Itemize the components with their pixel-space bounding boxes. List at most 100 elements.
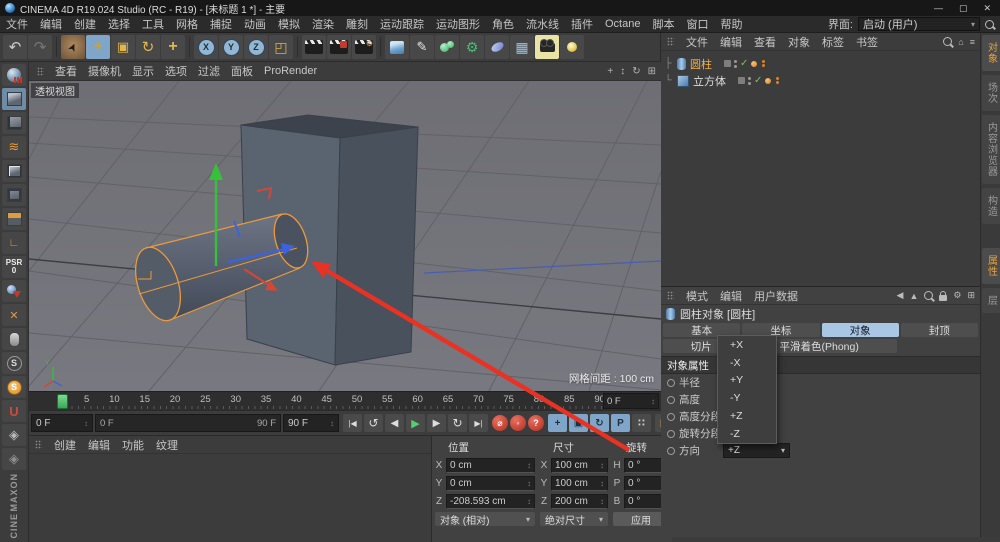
keyframe-circle-icon[interactable] — [667, 396, 675, 404]
search-icon[interactable] — [943, 37, 952, 46]
menu-motion-tracker[interactable]: 运动跟踪 — [380, 16, 424, 32]
go-to-end-button[interactable]: ▶| — [469, 414, 488, 432]
panel-grip-icon[interactable] — [667, 291, 674, 300]
panel-grip-icon[interactable] — [667, 37, 674, 46]
workplane-button[interactable]: ◈ — [2, 424, 26, 446]
option-plus-x[interactable]: +X — [718, 336, 776, 354]
tab-caps[interactable]: 封顶 — [901, 323, 978, 337]
option-plus-y[interactable]: +Y — [718, 372, 776, 390]
menu-sculpt[interactable]: 雕刻 — [346, 16, 368, 32]
om-menu-tags[interactable]: 标签 — [822, 34, 844, 50]
search-icon[interactable] — [924, 291, 933, 300]
menu-simulate[interactable]: 模拟 — [278, 16, 300, 32]
texture-mode-button[interactable] — [2, 112, 26, 134]
om-menu-view[interactable]: 查看 — [754, 34, 776, 50]
new-panel-icon[interactable]: ⊞ — [967, 290, 975, 301]
perspective-viewport[interactable]: 透视视图 — [29, 81, 661, 391]
option-minus-z[interactable]: -Z — [718, 425, 776, 443]
object-name[interactable]: 立方体 — [693, 73, 726, 89]
size-y-field[interactable]: 100 cm — [551, 476, 608, 491]
lock-icon[interactable] — [939, 295, 947, 301]
key-parameter-toggle[interactable]: P — [611, 414, 630, 432]
previous-frame-button[interactable]: ◀ — [385, 414, 404, 432]
snap-settings-button[interactable]: S — [2, 352, 26, 374]
current-frame-field[interactable]: 0 F↕ — [31, 414, 93, 432]
primitive-cube-button[interactable] — [385, 35, 409, 59]
render-settings-button[interactable]: ⚙ — [352, 35, 376, 59]
viewport-rotate-icon[interactable]: ↻ — [632, 66, 640, 77]
timeline-frame-field[interactable]: 0 F↕ — [603, 393, 659, 409]
camera-button[interactable] — [535, 35, 559, 59]
phong-tag-icon[interactable] — [751, 61, 757, 67]
size-z-field[interactable]: 200 cm — [551, 494, 608, 509]
viewport-zoom-icon[interactable]: ↕ — [620, 66, 625, 77]
minimize-button[interactable]: — — [934, 3, 943, 14]
panel-grip-icon[interactable] — [35, 440, 42, 449]
menu-pipeline[interactable]: 流水线 — [526, 16, 559, 32]
mat-menu-texture[interactable]: 纹理 — [156, 437, 178, 453]
lock-workplane-button[interactable]: ◈ — [2, 448, 26, 470]
layer-icon[interactable] — [724, 60, 731, 67]
object-row-cylinder[interactable]: ├ 圆柱 ✓ — [663, 55, 978, 72]
workplane-mode-button[interactable]: ≋ — [2, 136, 26, 158]
dock-tab-takes[interactable]: 场次 — [982, 75, 1000, 111]
gear-icon[interactable]: ⚙ — [953, 290, 961, 301]
lock-z-axis-button[interactable]: Z — [244, 35, 268, 59]
loop-button[interactable]: ↻ — [448, 414, 467, 432]
keyframe-circle-icon[interactable] — [667, 379, 675, 387]
mat-menu-create[interactable]: 创建 — [54, 437, 76, 453]
coordinate-mode-dropdown[interactable]: 对象 (相对) — [435, 512, 535, 526]
panel-grip-icon[interactable] — [37, 67, 44, 76]
om-menu-file[interactable]: 文件 — [686, 34, 708, 50]
end-frame-field[interactable]: 90 F↕ — [283, 414, 339, 432]
coordinates-globe-button[interactable] — [2, 280, 26, 302]
layer-icon[interactable] — [738, 77, 745, 84]
dock-tab-structure[interactable]: 构造 — [982, 188, 1000, 224]
generators-button[interactable] — [435, 35, 459, 59]
magnet-snap-button[interactable]: U — [2, 400, 26, 422]
menu-script[interactable]: 脚本 — [652, 16, 674, 32]
dock-tab-attributes[interactable]: 属性 — [982, 248, 1000, 284]
object-row-cube[interactable]: └ 立方体 ✓ — [663, 72, 978, 89]
mat-menu-function[interactable]: 功能 — [122, 437, 144, 453]
rotate-tool[interactable]: ↻ — [136, 35, 160, 59]
play-reverse-button[interactable]: ↺ — [364, 414, 383, 432]
up-icon[interactable]: ▲ — [909, 291, 918, 301]
edges-mode-button[interactable] — [2, 184, 26, 206]
menu-character[interactable]: 角色 — [492, 16, 514, 32]
filter-icon[interactable]: ≡ — [970, 37, 975, 47]
light-button[interactable] — [560, 35, 584, 59]
menu-octane[interactable]: Octane — [605, 18, 640, 30]
key-rotation-toggle[interactable]: ↻ — [590, 414, 609, 432]
reset-psr-button[interactable]: PSR0 — [2, 256, 26, 278]
polygons-mode-button[interactable] — [2, 208, 26, 230]
menu-tools[interactable]: 工具 — [142, 16, 164, 32]
option-minus-y[interactable]: -Y — [718, 389, 776, 407]
enabled-check-icon[interactable]: ✓ — [740, 58, 748, 69]
move-tool[interactable]: + — [86, 35, 110, 59]
vp-menu-prorender[interactable]: ProRender — [264, 65, 317, 77]
om-menu-objects[interactable]: 对象 — [788, 34, 810, 50]
menu-help[interactable]: 帮助 — [720, 16, 742, 32]
lock-y-axis-button[interactable]: Y — [219, 35, 243, 59]
size-mode-dropdown[interactable]: 绝对尺寸 — [540, 512, 608, 526]
mat-menu-edit[interactable]: 编辑 — [88, 437, 110, 453]
play-button[interactable]: ▶ — [406, 414, 425, 432]
history-button[interactable] — [2, 64, 26, 86]
keyframe-selection-button[interactable]: ? — [528, 415, 544, 431]
autokey-button[interactable]: ◦ — [510, 415, 526, 431]
om-menu-bookmarks[interactable]: 书签 — [856, 34, 878, 50]
record-keyframe-button[interactable]: ⌀ — [492, 415, 508, 431]
viewport-pan-icon[interactable]: + — [607, 66, 613, 77]
live-selection-tool[interactable]: ➤ — [61, 35, 85, 59]
vp-menu-cameras[interactable]: 摄像机 — [88, 63, 121, 79]
om-menu-edit[interactable]: 编辑 — [720, 34, 742, 50]
dock-tab-content-browser[interactable]: 内容浏览器 — [982, 115, 1000, 184]
render-view-button[interactable] — [302, 35, 326, 59]
key-pla-toggle[interactable]: ∷ — [632, 414, 651, 432]
points-mode-button[interactable] — [2, 160, 26, 182]
option-minus-x[interactable]: -X — [718, 354, 776, 372]
phong-tag-icon[interactable] — [765, 78, 771, 84]
menu-snap[interactable]: 捕捉 — [210, 16, 232, 32]
vp-menu-options[interactable]: 选项 — [165, 63, 187, 79]
